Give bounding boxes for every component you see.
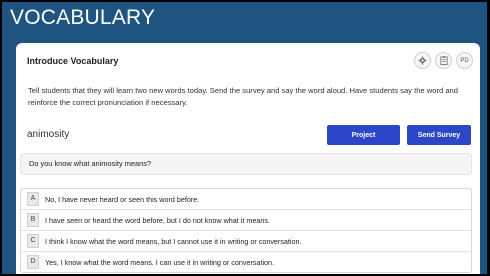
vocabulary-word: animosity (27, 129, 70, 140)
answer-list: A No, I have never heard or seen this wo… (20, 188, 472, 273)
pd-label: PD (460, 57, 469, 64)
gear-icon[interactable] (414, 52, 431, 69)
answer-letter: A (27, 192, 39, 206)
answer-option-a[interactable]: A No, I have never heard or seen this wo… (21, 189, 471, 210)
answer-text: I think I know what the word means, but … (45, 236, 302, 246)
send-survey-button[interactable]: Send Survey (407, 125, 471, 145)
page-title: VOCABULARY (10, 6, 156, 29)
gear-glyph (418, 56, 427, 65)
answer-letter: B (27, 213, 39, 227)
answer-text: Yes, I know what the word means. I can u… (45, 257, 275, 267)
instructions-text: Tell students that they will learn two n… (28, 86, 458, 107)
answer-option-d[interactable]: D Yes, I know what the word means. I can… (21, 252, 471, 272)
introduce-vocabulary-card: Introduce Vocabulary PD Tell students th… (16, 43, 480, 274)
answer-letter: C (27, 234, 39, 248)
answer-letter: D (27, 255, 39, 269)
answer-option-c[interactable]: C I think I know what the word means, bu… (21, 231, 471, 252)
clipboard-icon[interactable] (435, 52, 452, 69)
card-title: Introduce Vocabulary (27, 56, 119, 66)
clipboard-glyph (439, 56, 448, 65)
answer-text: I have seen or heard the word before, bu… (45, 215, 270, 225)
pd-icon[interactable]: PD (456, 52, 473, 69)
project-button[interactable]: Project (327, 125, 400, 145)
answer-text: No, I have never heard or seen this word… (45, 194, 200, 204)
survey-question: Do you know what animosity means? (20, 153, 472, 175)
card-toolbar: PD (414, 52, 473, 69)
answer-option-b[interactable]: B I have seen or heard the word before, … (21, 210, 471, 231)
app-frame: VOCABULARY Introduce Vocabulary PD Tell … (2, 2, 487, 274)
